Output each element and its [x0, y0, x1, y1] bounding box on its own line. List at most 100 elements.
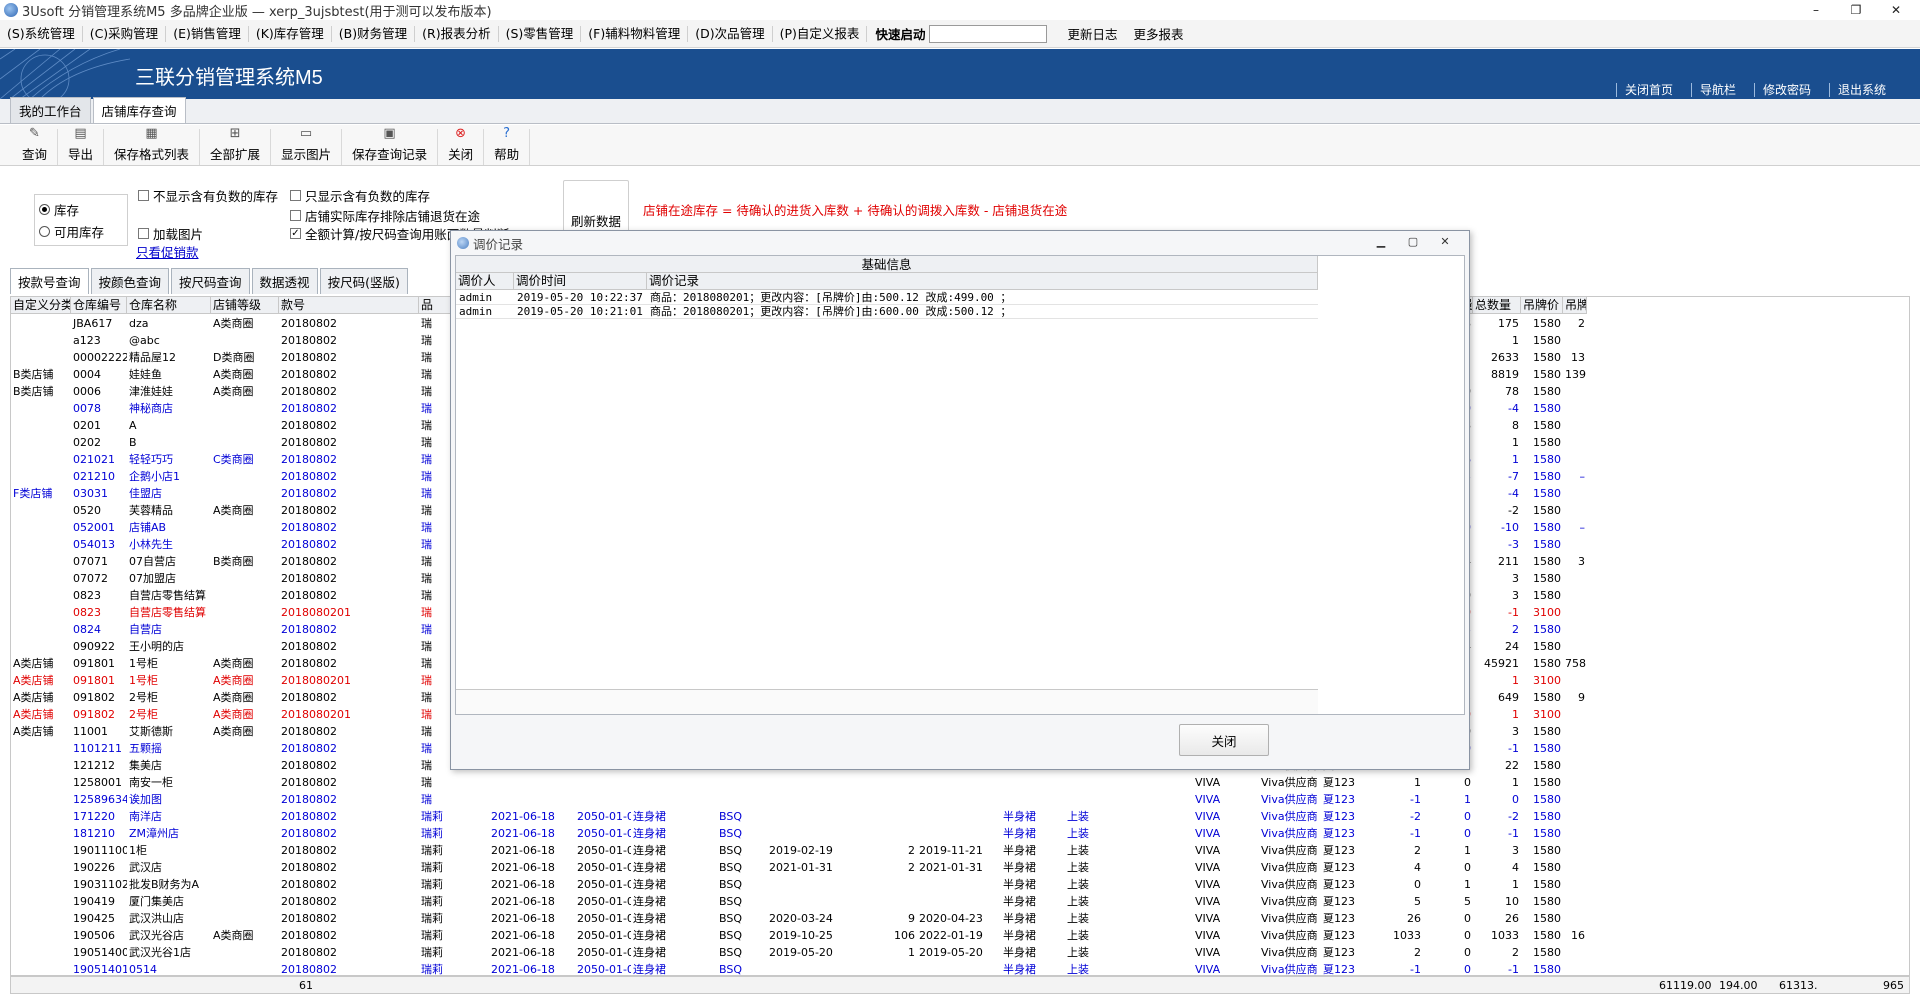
- grid-header[interactable]: 仓库编号: [71, 297, 127, 314]
- dialog-col-time[interactable]: 调价时间: [514, 273, 647, 290]
- table-row[interactable]: 1258001 南安一柜 20180802 瑞 VIVA Viva供应商 夏123 1 0 1 15…: [11, 774, 1909, 791]
- table-cell: [211, 961, 279, 975]
- close-home-link[interactable]: 关闭首页: [1615, 83, 1687, 97]
- table-row[interactable]: 181210 ZM漳州店 20180802 瑞莉 2021-06-18 2050-01-0…: [11, 825, 1909, 842]
- tab-store-inventory[interactable]: 店铺库存查询: [92, 97, 186, 123]
- menu-system[interactable]: (S)系统管理: [0, 25, 83, 42]
- table-cell: [11, 502, 71, 519]
- table-cell: [1563, 808, 1587, 825]
- menu-defects[interactable]: (D)次品管理: [688, 25, 773, 42]
- checkbox-only-negative[interactable]: 只显示含有负数的库存: [290, 186, 430, 205]
- dialog-grid[interactable]: 基础信息 调价人 调价时间 调价记录 admin 2019-05-20 10:22…: [455, 255, 1465, 715]
- navigation-link[interactable]: 导航栏: [1690, 83, 1750, 97]
- grid-header[interactable]: 仓库名称: [127, 297, 211, 314]
- table-cell: [11, 893, 71, 910]
- dialog-col-record[interactable]: 调价记录: [647, 273, 1318, 290]
- checkbox-no-negative[interactable]: 不显示含有负数的库存: [138, 186, 278, 205]
- table-cell: 190425: [73, 912, 115, 925]
- checkbox-exclude-return[interactable]: 店铺实际库存排除店铺退货在途: [290, 206, 480, 225]
- table-cell: 121212: [73, 759, 115, 772]
- table-cell: [1129, 876, 1193, 893]
- maximize-icon[interactable]: ❐: [1836, 0, 1876, 20]
- table-cell: 2号柜: [129, 691, 158, 704]
- table-row[interactable]: 1901110011柜 20180802 瑞莉 2021-06-18 2050-01-0…: [11, 842, 1909, 859]
- dialog-row[interactable]: admin 2019-05-20 10:22:37 商品：2018080201；更改…: [456, 291, 1318, 305]
- table-cell: 1580: [1533, 929, 1561, 942]
- table-row[interactable]: 19051400 武汉光谷1店 20180802 瑞莉 2021-06-18 2050-0…: [11, 944, 1909, 961]
- change-password-link[interactable]: 修改密码: [1753, 83, 1825, 97]
- tab-workbench[interactable]: 我的工作台: [10, 97, 91, 123]
- tab-by-size-vertical[interactable]: 按尺码(竖版): [319, 268, 408, 294]
- expand-all-button[interactable]: ⊞ 全部扩展: [200, 126, 272, 165]
- grid-header[interactable]: 自定义分类: [11, 297, 71, 314]
- menu-inventory[interactable]: (K)库存管理: [249, 25, 332, 42]
- radio-available-stock[interactable]: 可用库存: [35, 220, 127, 242]
- table-row[interactable]: 190425 武汉洪山店 20180802 瑞莉 2021-06-18 2050-01-0…: [11, 910, 1909, 927]
- show-image-button[interactable]: ▭ 显示图片: [271, 126, 343, 165]
- grid-header[interactable]: 店铺等级: [211, 297, 279, 314]
- menu-materials[interactable]: (F)辅料物料管理: [581, 25, 689, 42]
- table-cell: [11, 757, 71, 774]
- table-cell: [1563, 502, 1587, 519]
- more-reports-link[interactable]: 更多报表: [1125, 24, 1191, 43]
- table-row[interactable]: 171220 南洋店 20180802 瑞莉 2021-06-18 2050-01-01连…: [11, 808, 1909, 825]
- table-cell: Viva供应商: [1261, 827, 1318, 840]
- update-log-link[interactable]: 更新日志: [1047, 24, 1125, 43]
- table-row[interactable]: 190506 武汉光谷店 A类商圈 20180802 瑞莉 2021-06-18 2050-…: [11, 927, 1909, 944]
- dialog-close-icon[interactable]: ✕: [1429, 235, 1461, 248]
- tab-by-size[interactable]: 按尺码查询: [171, 268, 250, 294]
- logout-link[interactable]: 退出系统: [1828, 83, 1900, 97]
- table-cell: [1563, 451, 1587, 468]
- table-row[interactable]: 190419 厦门集美店 20180802 瑞莉 2021-06-18 2050-01-0…: [11, 893, 1909, 910]
- table-cell: 0: [1464, 861, 1471, 874]
- dialog-minimize-icon[interactable]: ▁: [1365, 235, 1397, 248]
- grid-header[interactable]: 吊牌: [1563, 297, 1587, 314]
- promo-only-link[interactable]: 只看促销款: [136, 242, 199, 261]
- table-cell: 2: [1512, 623, 1519, 636]
- tab-pivot[interactable]: 数据透视: [251, 268, 318, 294]
- menu-custom-reports[interactable]: (P)自定义报表: [773, 25, 868, 42]
- tab-by-style[interactable]: 按款号查询: [10, 268, 89, 294]
- dialog-horizontal-scrollbar[interactable]: [456, 689, 1318, 714]
- dialog-maximize-icon[interactable]: ▢: [1397, 235, 1429, 248]
- table-cell: 054013: [73, 538, 115, 551]
- save-format-icon: ▦: [145, 126, 158, 141]
- table-row[interactable]: 19051401 0514 20180802 瑞莉 2021-06-18 2050-01-…: [11, 961, 1909, 975]
- close-button[interactable]: ⊗ 关闭: [438, 126, 485, 165]
- menu-purchase[interactable]: (C)采购管理: [83, 25, 167, 42]
- close-window-icon[interactable]: ✕: [1876, 0, 1916, 20]
- table-row[interactable]: 19031102 批发B财务为A 20180802 瑞莉 2021-06-18 2050-…: [11, 876, 1909, 893]
- table-cell: 精品屋12: [129, 351, 176, 364]
- checkbox-load-image[interactable]: 加载图片: [138, 224, 203, 243]
- save-format-button[interactable]: ▦ 保存格式列表: [104, 126, 201, 165]
- save-query-button[interactable]: ▣ 保存查询记录: [342, 126, 439, 165]
- grid-header[interactable]: 吊牌价: [1521, 297, 1563, 314]
- dialog-row[interactable]: admin 2019-05-20 10:21:01 商品：2018080201；更改…: [456, 305, 1318, 319]
- table-row[interactable]: 190226 武汉店 20180802 瑞莉 2021-06-18 2050-01-01连…: [11, 859, 1909, 876]
- dialog-close-button[interactable]: 关闭: [1179, 724, 1269, 756]
- table-cell: [869, 808, 917, 825]
- menu-finance[interactable]: (B)财务管理: [332, 25, 416, 42]
- export-button[interactable]: ▤ 导出: [58, 126, 105, 165]
- table-cell: -4: [1508, 487, 1519, 500]
- grid-header[interactable]: 总数量: [1473, 297, 1521, 314]
- table-cell: 20180802: [281, 334, 337, 347]
- radio-stock[interactable]: 库存: [35, 198, 127, 220]
- table-row[interactable]: 12589634 诶加图 20180802 瑞 VIVA Viva供应商 夏123 -1 1 0 1…: [11, 791, 1909, 808]
- help-button[interactable]: ? 帮助: [484, 126, 531, 165]
- dialog-col-user[interactable]: 调价人: [456, 273, 514, 290]
- query-button[interactable]: ✎ 查询: [12, 126, 59, 165]
- table-cell: [11, 536, 71, 553]
- table-cell: BSQ: [719, 912, 742, 925]
- banner-decoration-icon: [0, 49, 130, 99]
- menu-sales[interactable]: (E)销售管理: [166, 25, 249, 42]
- minimize-icon[interactable]: –: [1796, 0, 1836, 20]
- menu-reports[interactable]: (R)报表分析: [415, 25, 499, 42]
- table-cell: 2021-06-18: [491, 810, 555, 823]
- table-cell: [1563, 774, 1587, 791]
- table-cell: 南安一柜: [129, 776, 173, 789]
- tab-by-color[interactable]: 按颜色查询: [90, 268, 170, 294]
- quick-launch-input[interactable]: [929, 24, 1048, 43]
- menu-retail[interactable]: (S)零售管理: [499, 25, 582, 42]
- grid-header[interactable]: 款号: [279, 297, 419, 314]
